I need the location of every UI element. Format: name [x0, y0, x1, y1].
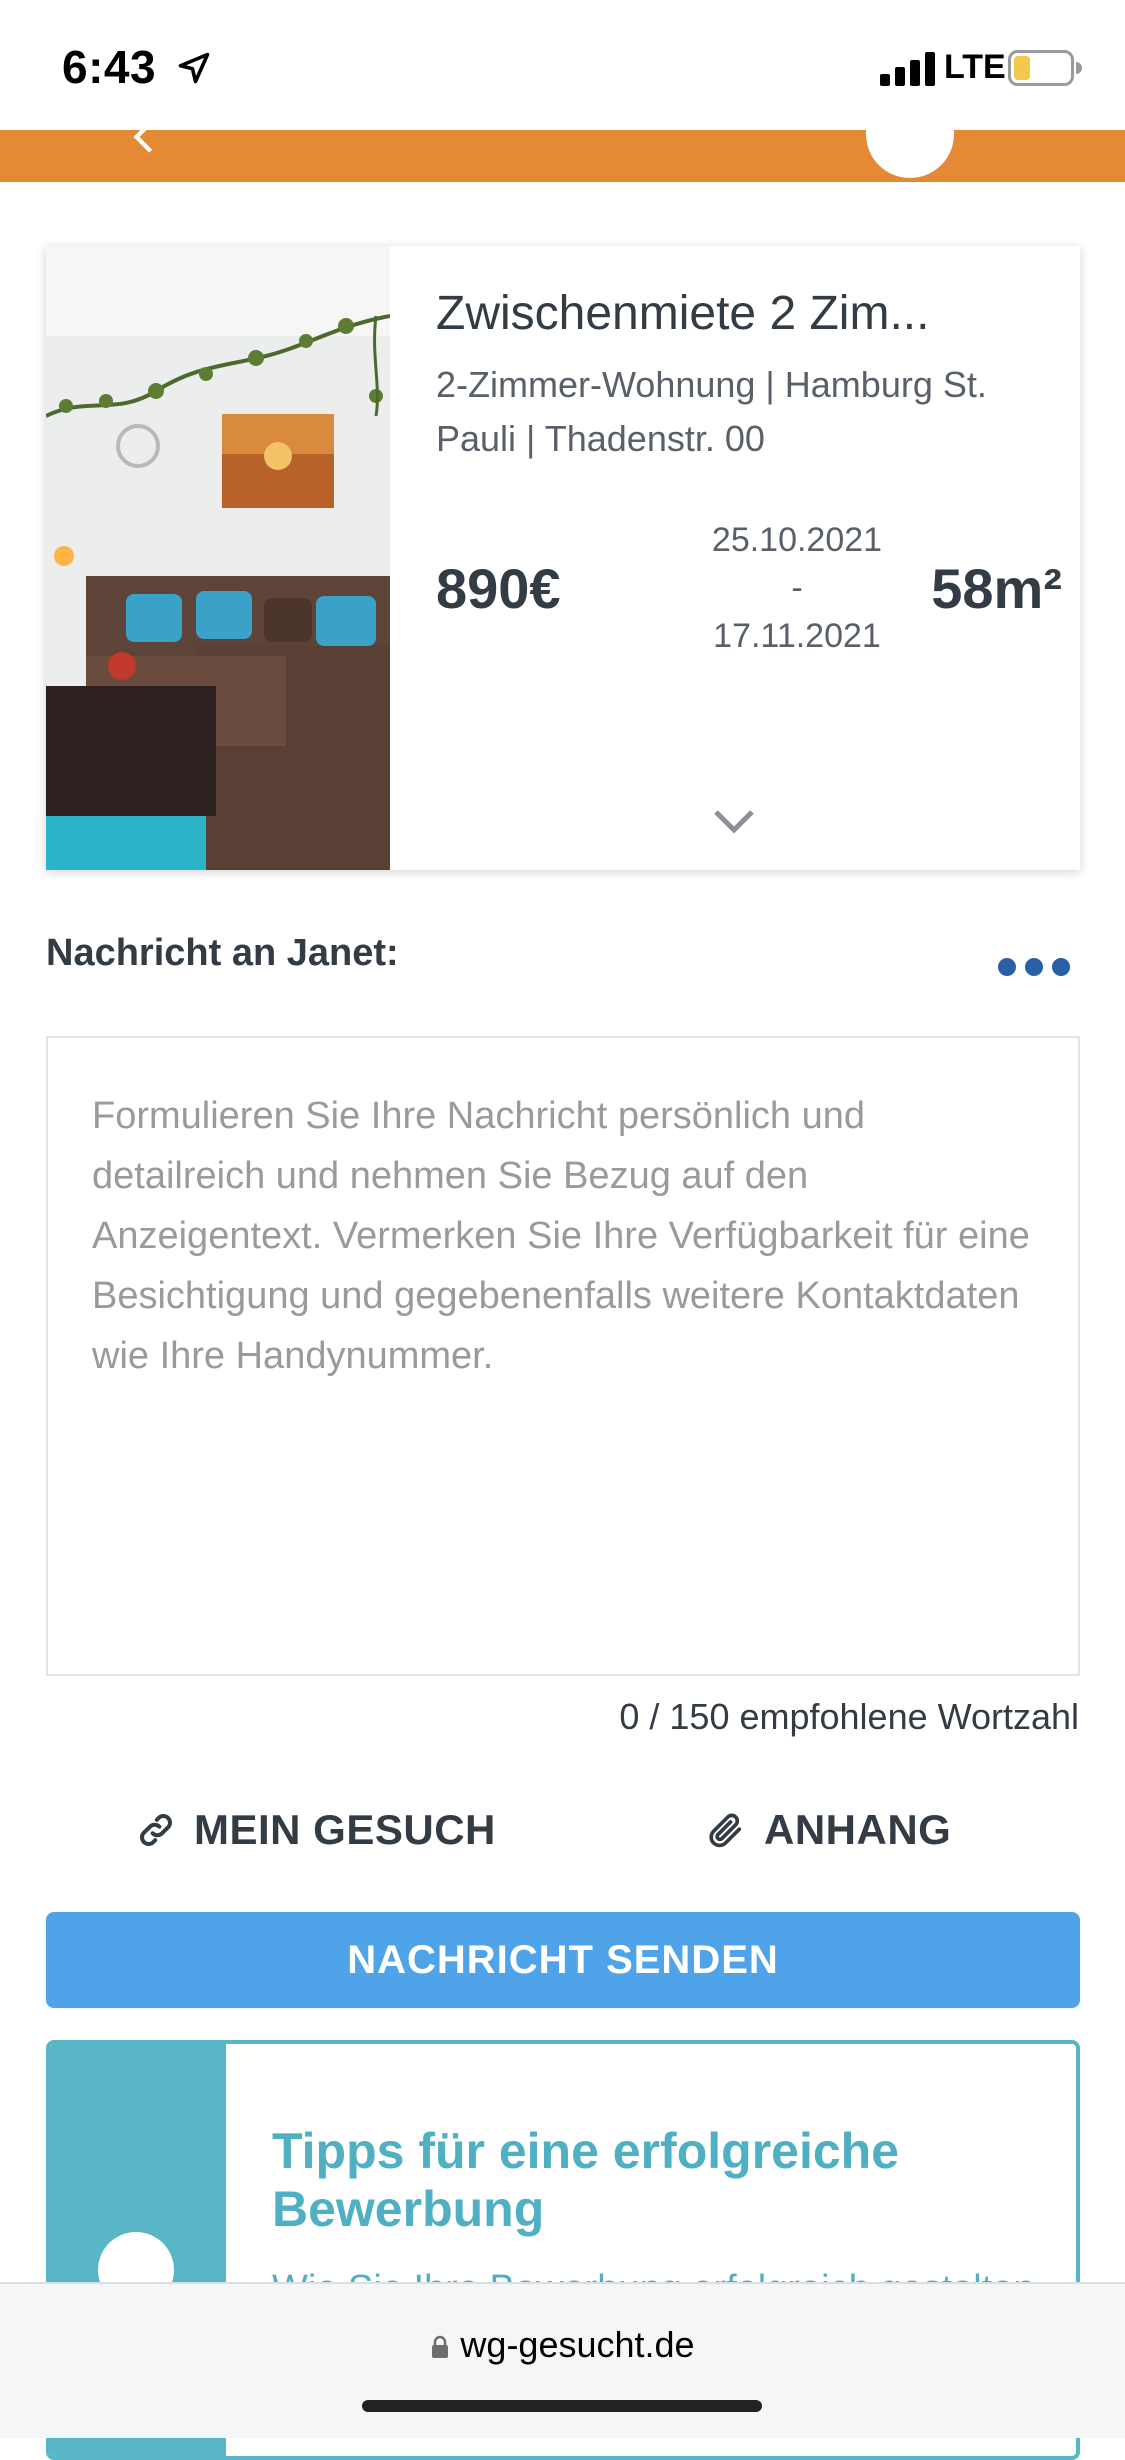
listing-size: 58m² — [931, 557, 1062, 620]
status-bar: 6:43 LTE — [0, 0, 1125, 130]
url-display[interactable]: wg-gesucht.de — [0, 2324, 1125, 2366]
link-icon — [140, 1814, 172, 1846]
message-box — [46, 1036, 1080, 1676]
browser-url-bar[interactable]: wg-gesucht.de — [0, 2282, 1125, 2438]
home-indicator[interactable] — [362, 2400, 762, 2412]
anhang-label: ANHANG — [764, 1806, 952, 1853]
word-count: 0 / 150 empfohlene Wortzahl — [619, 1696, 1079, 1737]
message-label: Nachricht an Janet: — [46, 932, 399, 974]
date-to: 17.11.2021 — [713, 617, 881, 655]
listing-title: Zwischenmiete 2 Zim... — [436, 287, 930, 340]
listing-subtitle: 2-Zimmer-Wohnung | Hamburg St. Pauli | T… — [436, 364, 987, 459]
tips-title: Tipps für eine erfolgreiche Bewerbung — [272, 2123, 900, 2237]
app-header — [0, 130, 1125, 182]
send-message-button[interactable]: NACHRICHT SENDEN — [46, 1912, 1080, 2008]
user-avatar[interactable] — [862, 130, 958, 182]
date-from: 25.10.2021 — [711, 521, 883, 559]
listing-photo — [46, 246, 390, 870]
lock-icon — [432, 2335, 449, 2358]
listing-dates: 25.10.2021 - 17.11.2021 — [686, 516, 908, 660]
paperclip-icon — [709, 1813, 742, 1848]
location-arrow-icon — [178, 52, 210, 84]
more-options-icon[interactable] — [996, 956, 1072, 978]
battery-icon — [1008, 50, 1082, 86]
message-input[interactable] — [48, 1038, 1078, 1674]
anhang-link[interactable]: ANHANG — [706, 1800, 951, 1860]
date-separator: - — [791, 569, 803, 607]
listing-card[interactable]: Zwischenmiete 2 Zim... 2-Zimmer-Wohnung … — [46, 246, 1080, 870]
url-text: wg-gesucht.de — [460, 2324, 695, 2365]
network-type: LTE — [944, 48, 1006, 86]
chevron-down-icon[interactable] — [712, 808, 756, 836]
mein-gesuch-link[interactable]: MEIN GESUCH — [136, 1800, 496, 1860]
status-time: 6:43 — [62, 41, 157, 93]
listing-price: 890€ — [436, 557, 561, 620]
back-arrow-icon[interactable] — [128, 130, 162, 154]
signal-bars-icon — [880, 52, 935, 86]
mein-gesuch-label: MEIN GESUCH — [194, 1806, 496, 1853]
